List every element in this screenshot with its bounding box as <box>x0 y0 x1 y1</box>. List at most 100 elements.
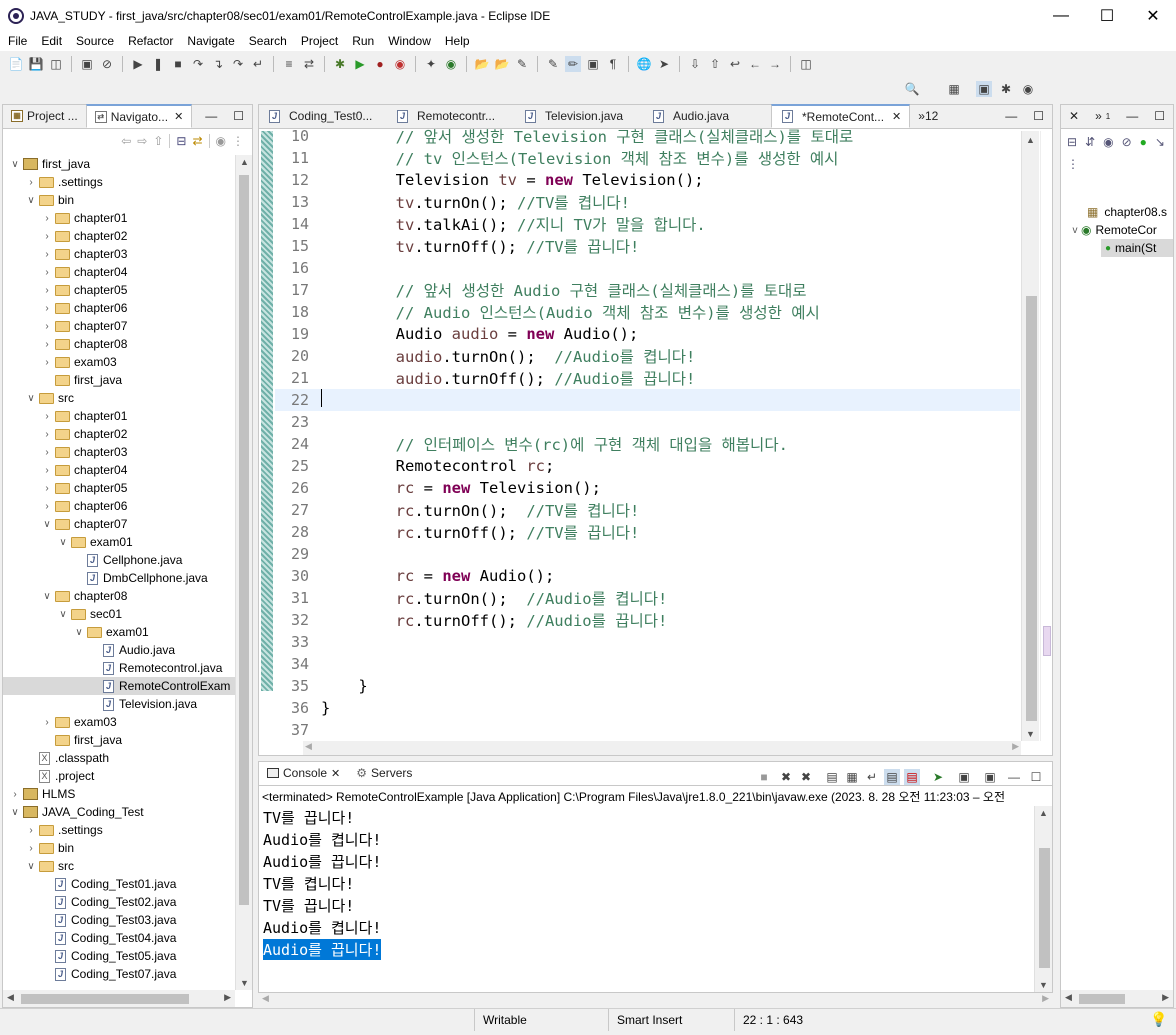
code-line[interactable]: 28 rc.turnOff(); //TV를 끕니다! <box>275 521 1020 543</box>
tree-item[interactable]: ∨ sec01 <box>3 605 235 623</box>
menu-search[interactable]: Search <box>241 34 293 48</box>
close-icon[interactable]: ✕ <box>892 110 901 123</box>
tree-item[interactable]: › .settings <box>3 821 235 839</box>
chevron-right-icon[interactable]: › <box>41 501 53 512</box>
code-line[interactable]: 29 <box>275 543 1020 565</box>
tree-item[interactable]: › chapter03 <box>3 245 235 263</box>
new-java-project-icon[interactable]: ✦ <box>423 56 439 72</box>
open-perspective-icon[interactable]: ◫ <box>798 56 814 72</box>
back-icon[interactable]: ← <box>747 56 763 72</box>
code-line[interactable]: 15 tv.turnOff(); //TV를 끕니다! <box>275 235 1020 257</box>
tree-item[interactable]: J Coding_Test04.java <box>3 929 235 947</box>
chevron-right-icon[interactable]: › <box>25 843 37 854</box>
chevron-right-icon[interactable]: › <box>41 429 53 440</box>
code-line[interactable]: 13 tv.turnOn(); //TV를 켭니다! <box>275 191 1020 213</box>
tree-item[interactable]: J RemoteControlExam <box>3 677 235 695</box>
outline-item[interactable]: ▦ chapter08.s <box>1061 203 1173 221</box>
open-type-icon[interactable]: 📂 <box>474 56 490 72</box>
tree-item[interactable]: J Audio.java <box>3 641 235 659</box>
last-edit-icon[interactable]: ↩ <box>727 56 743 72</box>
tree-item[interactable]: › chapter05 <box>3 281 235 299</box>
chevron-right-icon[interactable]: › <box>41 285 53 296</box>
console-hscrollbar[interactable]: ◀ ▶ <box>258 993 1053 1007</box>
pin-icon[interactable]: ➤ <box>656 56 672 72</box>
coverage-icon[interactable]: ● <box>372 56 388 72</box>
tree-item[interactable]: J Television.java <box>3 695 235 713</box>
chevron-down-icon[interactable]: ∨ <box>41 591 53 602</box>
code-line[interactable]: 26 rc = new Television(); <box>275 477 1020 499</box>
code-line[interactable]: 30 rc = new Audio(); <box>275 565 1020 587</box>
clear-console-icon[interactable]: ▤ <box>824 769 840 785</box>
chevron-down-icon[interactable]: ∨ <box>25 195 37 206</box>
close-icon[interactable]: ✕ <box>174 110 183 123</box>
tab-navigator[interactable]: ⇄ Navigato... ✕ <box>85 104 193 128</box>
step-return-icon[interactable]: ↵ <box>250 56 266 72</box>
maximize-view-icon[interactable]: ☐ <box>1028 769 1044 785</box>
maximize-view-icon[interactable]: ☐ <box>1146 104 1173 128</box>
prev-annotation-icon[interactable]: ⇧ <box>707 56 723 72</box>
suspend-icon[interactable]: ❚ <box>150 56 166 72</box>
tree-item[interactable]: › chapter07 <box>3 317 235 335</box>
remove-launch-icon[interactable]: ✖ <box>778 769 794 785</box>
code-line[interactable]: 21 audio.turnOff(); //Audio를 끕니다! <box>275 367 1020 389</box>
code-line[interactable]: 37 <box>275 719 1020 735</box>
show-stdout-icon[interactable]: ▤ <box>884 769 900 785</box>
tree-item[interactable]: ∨ JAVA_Coding_Test <box>3 803 235 821</box>
run-icon[interactable]: ▶ <box>352 56 368 72</box>
code-area[interactable]: 10 // 앞서 생성한 Television 구현 클래스(실체클래스)를 토… <box>275 125 1020 735</box>
chevron-right-icon[interactable]: › <box>41 357 53 368</box>
external-tools-icon[interactable]: ◉ <box>392 56 408 72</box>
code-line[interactable]: 24 // 인터페이스 변수(rc)에 구현 객체 대입을 해봅니다. <box>275 433 1020 455</box>
forward-icon[interactable]: ⇨ <box>137 134 147 148</box>
hide-local-types-icon[interactable]: ↘ <box>1155 135 1165 149</box>
new-class-icon[interactable]: ◉ <box>443 56 459 72</box>
code-line[interactable]: 20 audio.turnOn(); //Audio를 켭니다! <box>275 345 1020 367</box>
minimize-button[interactable]: — <box>1038 0 1084 31</box>
editor-hscrollbar[interactable]: ◀ ▶ <box>303 741 1021 755</box>
java-perspective-icon[interactable]: ▣ <box>976 81 992 97</box>
chevron-right-icon[interactable]: › <box>41 339 53 350</box>
sort-icon[interactable]: ⇵ <box>1085 135 1095 149</box>
up-icon[interactable]: ⇧ <box>153 134 163 148</box>
chevron-right-icon[interactable]: › <box>41 231 53 242</box>
tree-item[interactable]: ∨ exam01 <box>3 623 235 641</box>
close-button[interactable]: ✕ <box>1130 0 1176 31</box>
chevron-right-icon[interactable]: › <box>41 717 53 728</box>
show-whitespace-icon[interactable]: ¶ <box>605 56 621 72</box>
back-icon[interactable]: ⇦ <box>121 134 131 148</box>
minimize-view-icon[interactable]: — <box>197 104 225 128</box>
tree-item[interactable]: › bin <box>3 839 235 857</box>
chevron-down-icon[interactable]: ∨ <box>57 537 69 548</box>
step-over-icon[interactable]: ↷ <box>230 56 246 72</box>
chevron-right-icon[interactable]: › <box>25 177 37 188</box>
tree-item[interactable]: J Coding_Test07.java <box>3 965 235 983</box>
display-console-icon[interactable]: ▣ <box>956 769 972 785</box>
pin-console-icon[interactable]: ➤ <box>930 769 946 785</box>
chevron-down-icon[interactable]: ∨ <box>57 609 69 620</box>
maximize-button[interactable]: ☐ <box>1084 0 1130 31</box>
tree-item[interactable]: J Coding_Test05.java <box>3 947 235 965</box>
disconnect-icon[interactable]: ↷ <box>190 56 206 72</box>
code-line[interactable]: 34 <box>275 653 1020 675</box>
code-line[interactable]: 18 // Audio 인스턴스(Audio 객체 참조 변수)를 생성한 예시 <box>275 301 1020 323</box>
menu-refactor[interactable]: Refactor <box>120 34 179 48</box>
tree-item[interactable]: › chapter08 <box>3 335 235 353</box>
collapse-all-icon[interactable]: ⊟ <box>176 134 186 148</box>
resume-icon[interactable]: ▶ <box>130 56 146 72</box>
outline-item[interactable]: ● main(St <box>1101 239 1173 257</box>
code-line[interactable]: 11 // tv 인스턴스(Television 객체 참조 변수)를 생성한 … <box>275 147 1020 169</box>
hide-nonpublic-icon[interactable]: ● <box>1140 135 1147 149</box>
code-line[interactable]: 27 rc.turnOn(); //TV를 켭니다! <box>275 499 1020 521</box>
link-editor-icon[interactable]: ⇄ <box>192 134 202 148</box>
save-all-icon[interactable]: ◫ <box>48 56 64 72</box>
tree-item[interactable]: › chapter04 <box>3 461 235 479</box>
tree-item[interactable]: › chapter01 <box>3 209 235 227</box>
close-icon[interactable]: ✕ <box>331 767 340 780</box>
skip-breakpoints-icon[interactable]: ⊘ <box>99 56 115 72</box>
tree-item[interactable]: › chapter06 <box>3 497 235 515</box>
maximize-view-icon[interactable]: ☐ <box>1025 104 1052 128</box>
code-line[interactable]: 19 Audio audio = new Audio(); <box>275 323 1020 345</box>
forward-icon[interactable]: → <box>767 56 783 72</box>
menu-edit[interactable]: Edit <box>33 34 68 48</box>
use-step-filters-icon[interactable]: ⇄ <box>301 56 317 72</box>
